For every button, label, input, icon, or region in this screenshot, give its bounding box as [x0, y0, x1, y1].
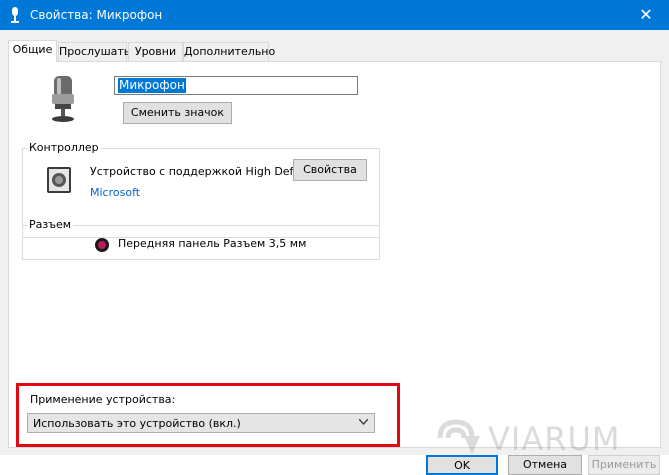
- device-name-input[interactable]: Микрофон: [114, 76, 358, 95]
- watermark-text: VIARUM: [488, 420, 621, 458]
- apply-button[interactable]: Применить: [588, 455, 660, 475]
- controller-properties-button[interactable]: Свойства: [293, 159, 367, 181]
- microphone-app-icon: [11, 7, 19, 23]
- tab-listen[interactable]: Прослушать: [58, 42, 130, 61]
- jack-color-icon: [95, 238, 109, 252]
- close-icon[interactable]: ✕: [623, 0, 669, 30]
- jack-description: Передняя панель Разъем 3,5 мм: [118, 237, 307, 250]
- window-title: Свойства: Микрофон: [30, 8, 163, 22]
- tab-levels[interactable]: Уровни: [128, 42, 183, 61]
- controller-name: Устройство с поддержкой High Defi...: [90, 165, 307, 178]
- device-usage-value: Использовать это устройство (вкл.): [33, 417, 241, 430]
- tab-advanced[interactable]: Дополнительно: [183, 42, 275, 61]
- controller-vendor-link[interactable]: Microsoft: [90, 186, 140, 199]
- watermark-logo-icon: [437, 419, 480, 454]
- dialog-client: Общие Прослушать Уровни Дополнительно Ми…: [0, 30, 669, 475]
- title-bar: Свойства: Микрофон ✕: [0, 0, 669, 30]
- tab-general[interactable]: Общие: [8, 40, 57, 62]
- sound-card-icon: [47, 167, 71, 193]
- device-name-value: Микрофон: [118, 78, 186, 93]
- watermark: VIARUM: [436, 418, 636, 458]
- usage-label: Применение устройства:: [30, 393, 176, 406]
- microphone-device-icon: [52, 76, 74, 122]
- cancel-button[interactable]: Отмена: [508, 455, 582, 475]
- change-icon-button[interactable]: Сменить значок: [123, 102, 232, 124]
- ok-button[interactable]: OK: [426, 455, 498, 475]
- device-usage-select[interactable]: Использовать это устройство (вкл.): [27, 413, 375, 433]
- chevron-down-icon: [359, 419, 368, 425]
- jack-group-title: Разъем: [27, 218, 74, 231]
- controller-group-title: Контроллер: [27, 141, 101, 154]
